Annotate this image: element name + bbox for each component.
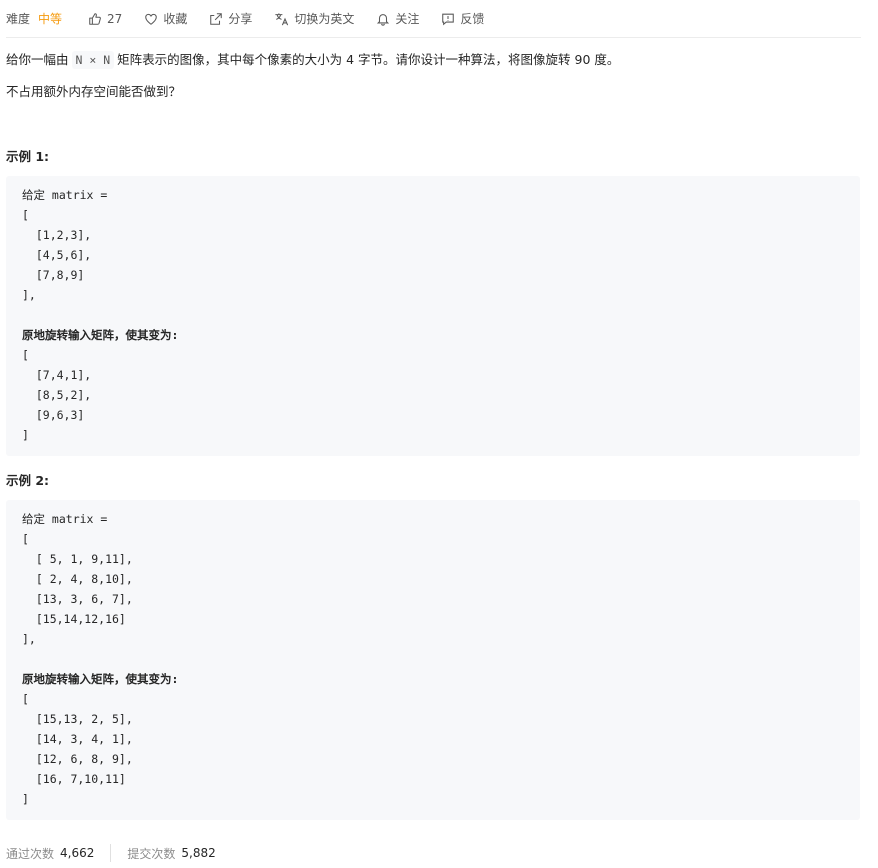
problem-toolbar: 难度 中等 27 收藏 分享 切换为英文 关注 反馈 (6, 0, 861, 38)
code-line: [16, 7,10,11] (22, 772, 126, 786)
switch-language-label: 切换为英文 (294, 12, 355, 26)
matrix-size-code: N × N (71, 51, 115, 69)
heart-icon (145, 13, 158, 25)
like-button[interactable]: 27 (88, 12, 122, 26)
code-line: [15,13, 2, 5], (22, 712, 133, 726)
code-line: 给定 matrix = (22, 188, 108, 202)
example-2-title: 示例 2: (6, 473, 50, 488)
code-line: [ 2, 4, 8,10], (22, 572, 133, 586)
description-text-2: 矩阵表示的图像，其中每个像素的大小为 4 字节。请你设计一种算法，将图像旋转 9… (117, 52, 620, 67)
share-icon (210, 12, 223, 25)
code-line: 原地旋转输入矩阵，使其变为: (22, 672, 179, 686)
code-line: [ (22, 208, 29, 222)
accepted-count: 4,662 (60, 846, 95, 860)
translate-icon (275, 12, 289, 25)
code-line: 给定 matrix = (22, 512, 108, 526)
favorite-button[interactable]: 收藏 (144, 10, 187, 27)
code-line: [ 5, 1, 9,11], (22, 552, 133, 566)
code-line: [ (22, 532, 29, 546)
thumbs-up-icon (89, 12, 101, 25)
submitted-count: 5,882 (181, 846, 216, 860)
code-line: [13, 3, 6, 7], (22, 592, 133, 606)
stats-divider (110, 844, 112, 862)
submitted-label: 提交次数 (127, 846, 176, 861)
feedback-button[interactable]: 反馈 (441, 10, 484, 27)
follow-up-question: 不占用额外内存空间能否做到？ (6, 84, 182, 99)
difficulty-value: 中等 (38, 12, 63, 26)
share-button[interactable]: 分享 (209, 10, 252, 27)
code-line: ] (22, 792, 29, 806)
code-line: [7,8,9] (22, 268, 85, 282)
follow-button[interactable]: 关注 (376, 10, 419, 27)
code-line: [12, 6, 8, 9], (22, 752, 133, 766)
code-line: ], (22, 288, 36, 302)
code-line: ], (22, 632, 36, 646)
share-label: 分享 (228, 12, 253, 26)
code-line: [1,2,3], (22, 228, 92, 242)
feedback-label: 反馈 (460, 12, 485, 26)
code-line: [4,5,6], (22, 248, 92, 262)
code-line: [ (22, 692, 29, 706)
accepted-label: 通过次数 (6, 846, 55, 861)
problem-description: 给你一幅由 N × N 矩阵表示的图像，其中每个像素的大小为 4 字节。请你设计一种… (6, 51, 866, 69)
follow-label: 关注 (395, 12, 420, 26)
code-line: [15,14,12,16] (22, 612, 126, 626)
example-2-code-block: 给定 matrix = [ [ 5, 1, 9,11], [ 2, 4, 8,10… (6, 500, 860, 820)
code-line: ] (22, 428, 29, 442)
favorite-label: 收藏 (163, 12, 188, 26)
example-1-code-block: 给定 matrix = [ [1,2,3], [4,5,6], [7,8,9]],… (6, 176, 860, 456)
like-count: 27 (107, 11, 123, 26)
difficulty-label: 难度 (6, 12, 31, 26)
code-line: [9,6,3] (22, 408, 85, 422)
description-text-1: 给你一幅由 (6, 52, 69, 67)
bell-icon (377, 13, 390, 26)
code-line: [8,5,2], (22, 388, 92, 402)
code-line: [7,4,1], (22, 368, 92, 382)
switch-language-button[interactable]: 切换为英文 (274, 10, 354, 27)
code-line: 原地旋转输入矩阵，使其变为: (22, 328, 179, 342)
example-1-title: 示例 1: (6, 149, 50, 164)
feedback-icon (442, 13, 455, 25)
code-line: [ (22, 348, 29, 362)
code-line: [14, 3, 4, 1], (22, 732, 133, 746)
submission-stats: 通过次数 4,662 提交次数 5,882 (6, 842, 216, 864)
